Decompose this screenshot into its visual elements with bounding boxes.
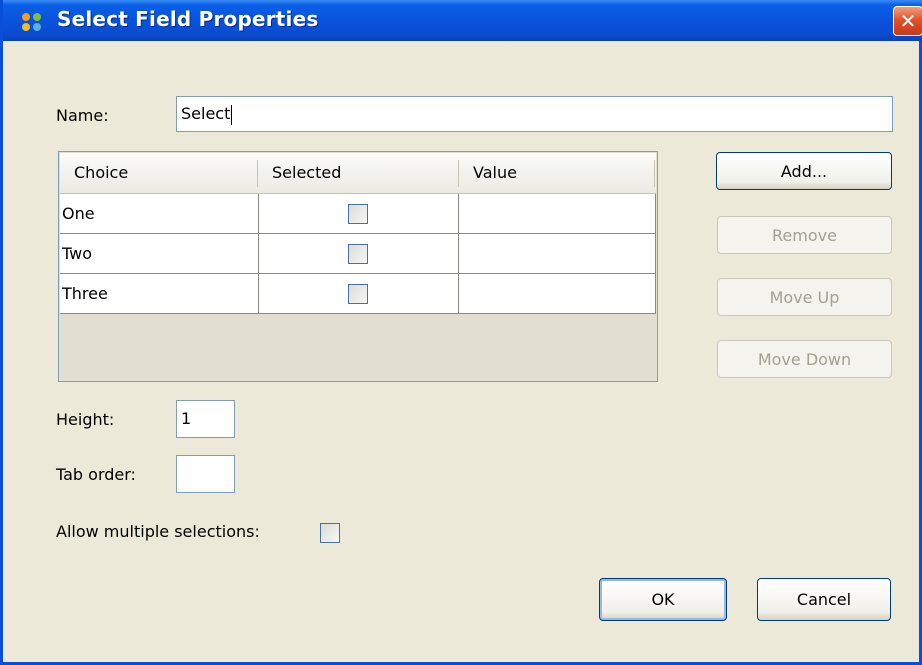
select-field-properties-dialog: Select Field Properties ✕ Name: Select C… [0,0,922,665]
remove-button[interactable]: Remove [717,216,892,254]
column-header-selected[interactable]: Selected [258,153,458,193]
selected-cell[interactable] [259,274,459,314]
selected-cell[interactable] [259,194,459,234]
app-icon [22,13,41,31]
move-up-button[interactable]: Move Up [717,278,892,316]
move-down-button[interactable]: Move Down [717,340,892,378]
table-header: Choice Selected Value [60,153,656,194]
choices-table: Choice Selected Value One Two Three [58,151,658,382]
value-cell[interactable] [459,274,656,314]
tab-order-input[interactable] [176,455,235,493]
ok-button[interactable]: OK [599,578,727,621]
tab-order-label: Tab order: [56,465,136,484]
allow-multiple-label: Allow multiple selections: [56,522,260,541]
height-input[interactable]: 1 [176,400,235,438]
value-cell[interactable] [459,234,656,274]
table-row[interactable]: Two [60,234,656,274]
add-button[interactable]: Add... [716,152,892,190]
table-row[interactable]: Three [60,274,656,314]
name-input[interactable]: Select [176,96,893,132]
close-icon: ✕ [899,9,917,33]
choice-cell[interactable]: One [60,194,259,234]
selected-cell[interactable] [259,234,459,274]
name-label: Name: [56,106,109,125]
column-header-choice[interactable]: Choice [60,153,257,193]
dialog-title: Select Field Properties [57,7,319,31]
height-label: Height: [56,410,115,429]
column-header-value[interactable]: Value [459,153,656,193]
table-row[interactable]: One [60,194,656,234]
column-divider[interactable] [654,160,655,187]
title-bar[interactable]: Select Field Properties ✕ [3,0,922,41]
selected-checkbox[interactable] [348,244,368,264]
choice-cell[interactable]: Two [60,234,259,274]
selected-checkbox[interactable] [348,284,368,304]
name-value: Select [181,104,231,123]
selected-checkbox[interactable] [348,204,368,224]
text-caret [231,104,233,125]
cancel-button[interactable]: Cancel [757,578,891,621]
close-button[interactable]: ✕ [893,6,922,36]
choice-cell[interactable]: Three [60,274,259,314]
allow-multiple-checkbox[interactable] [320,523,340,543]
value-cell[interactable] [459,194,656,234]
